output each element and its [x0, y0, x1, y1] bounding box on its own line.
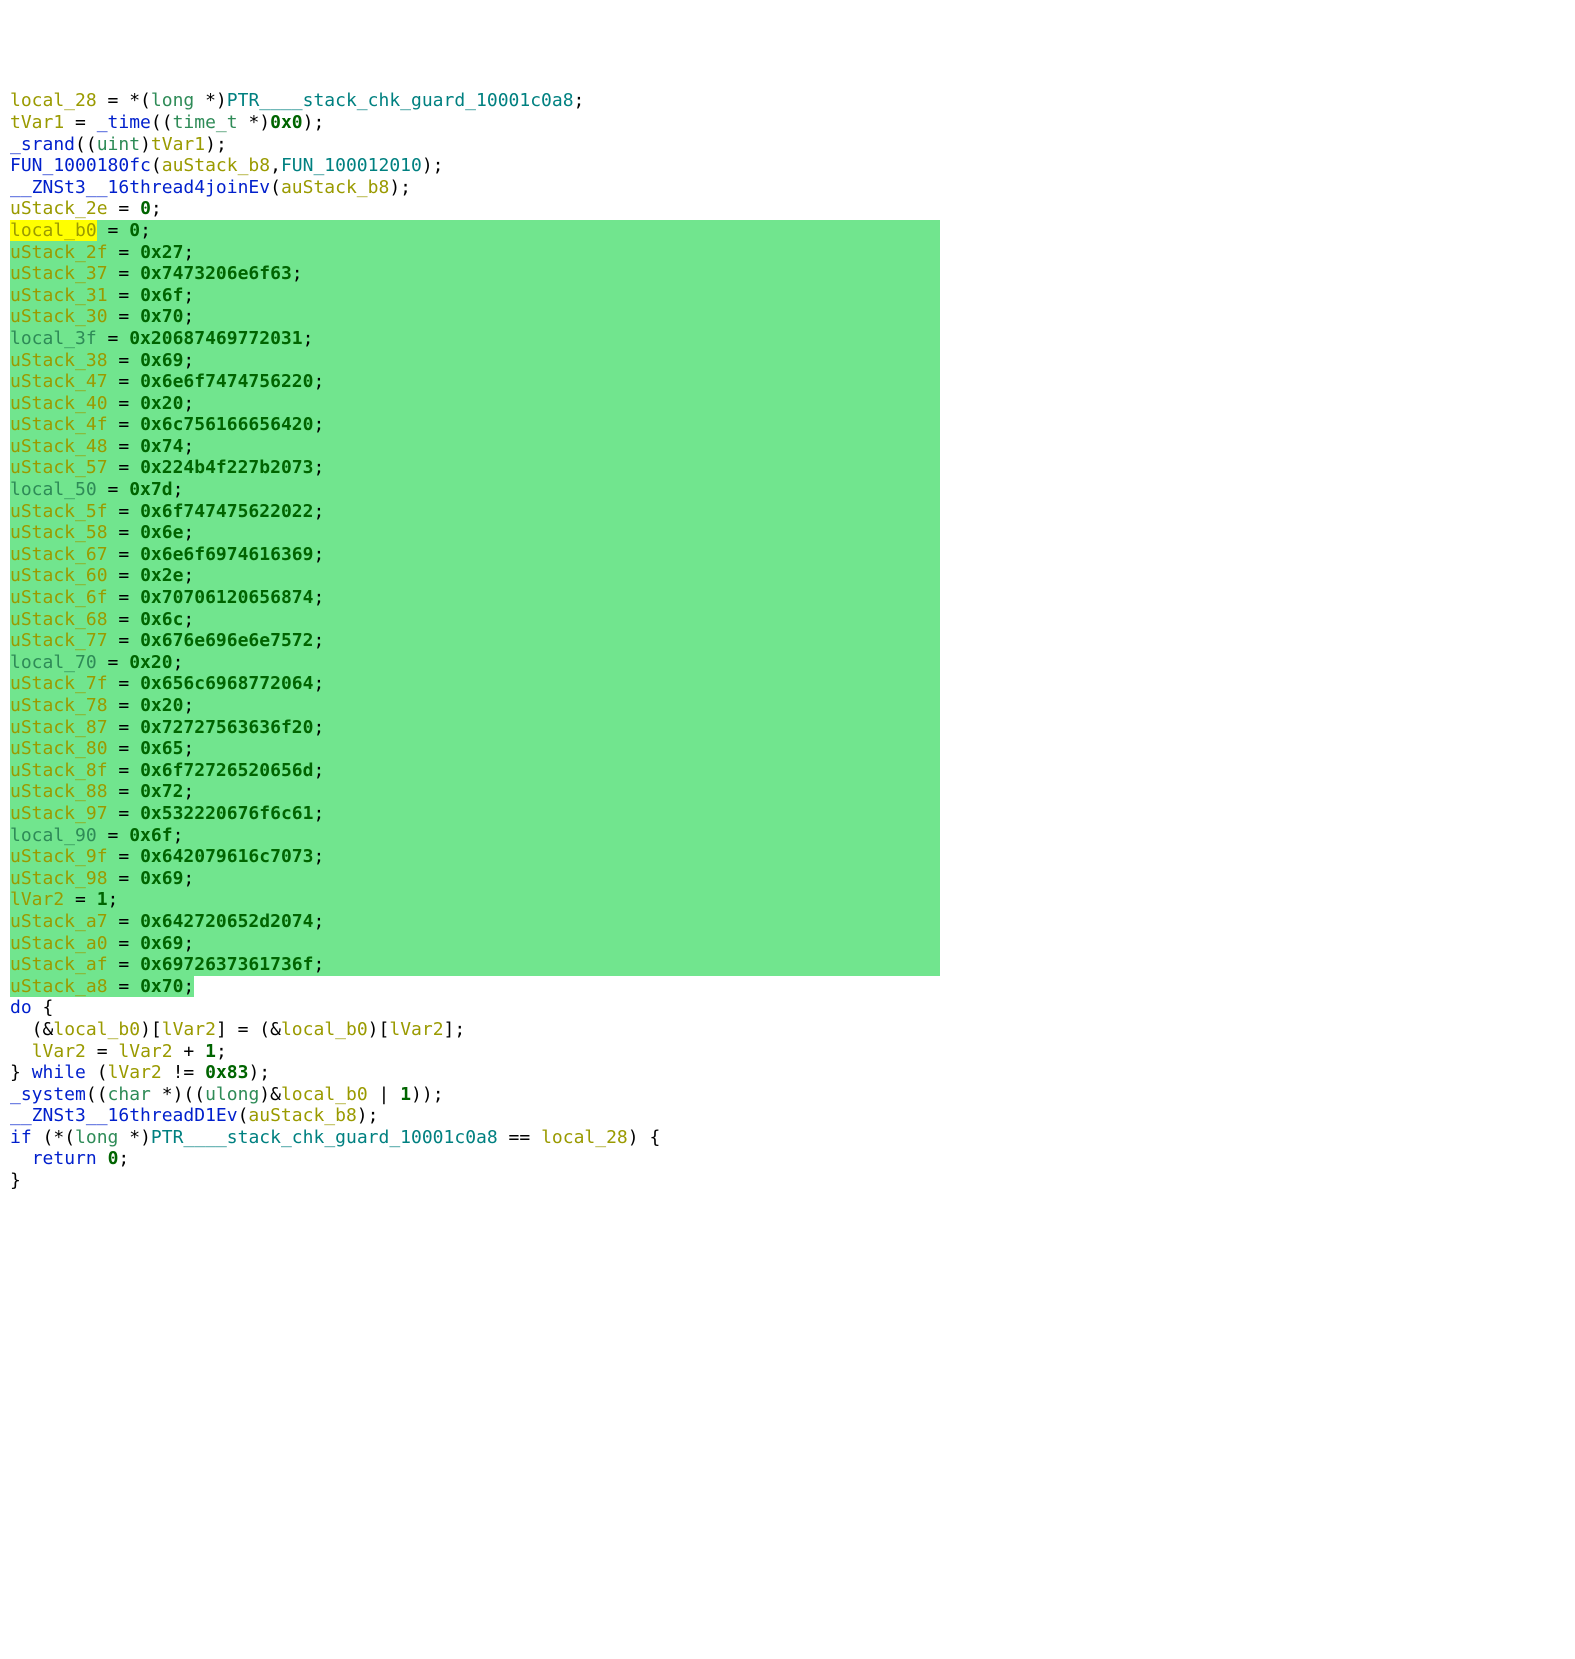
decompiled-code-listing: local_28 = *(long *)PTR____stack_chk_gua…	[10, 90, 1565, 1191]
highlighted-block: local_b0 = 0;uStack_2f = 0x27;uStack_37 …	[10, 220, 940, 976]
code-line: local_28 = *(long *)PTR____stack_chk_gua…	[10, 90, 1565, 112]
